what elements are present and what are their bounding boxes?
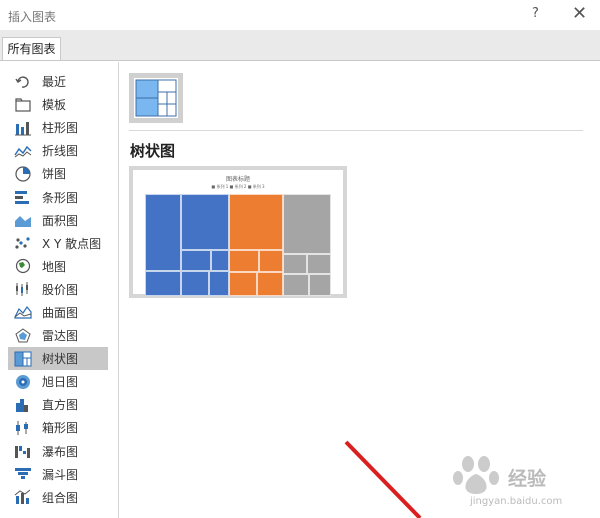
red-arrow-annotation — [344, 440, 422, 518]
watermark-url: jingyan.baidu.com — [470, 496, 563, 507]
watermark-text: 经验 — [508, 468, 547, 490]
baidu-paw-logo-icon — [453, 456, 499, 494]
